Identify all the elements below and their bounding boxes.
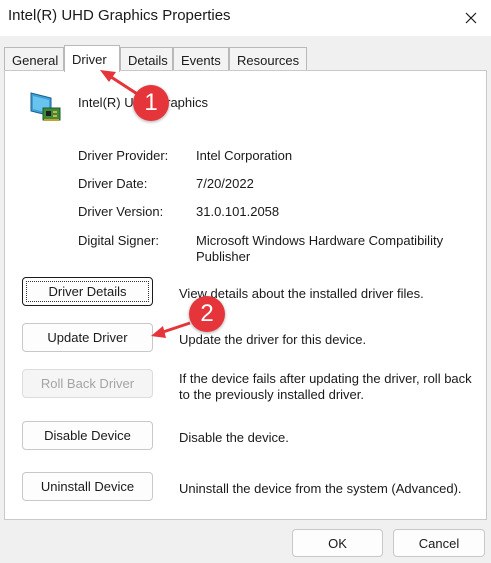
step-badge-2: 2 xyxy=(189,296,225,332)
step-badge-1: 1 xyxy=(133,85,169,121)
annotation-arrow-1 xyxy=(100,70,191,338)
